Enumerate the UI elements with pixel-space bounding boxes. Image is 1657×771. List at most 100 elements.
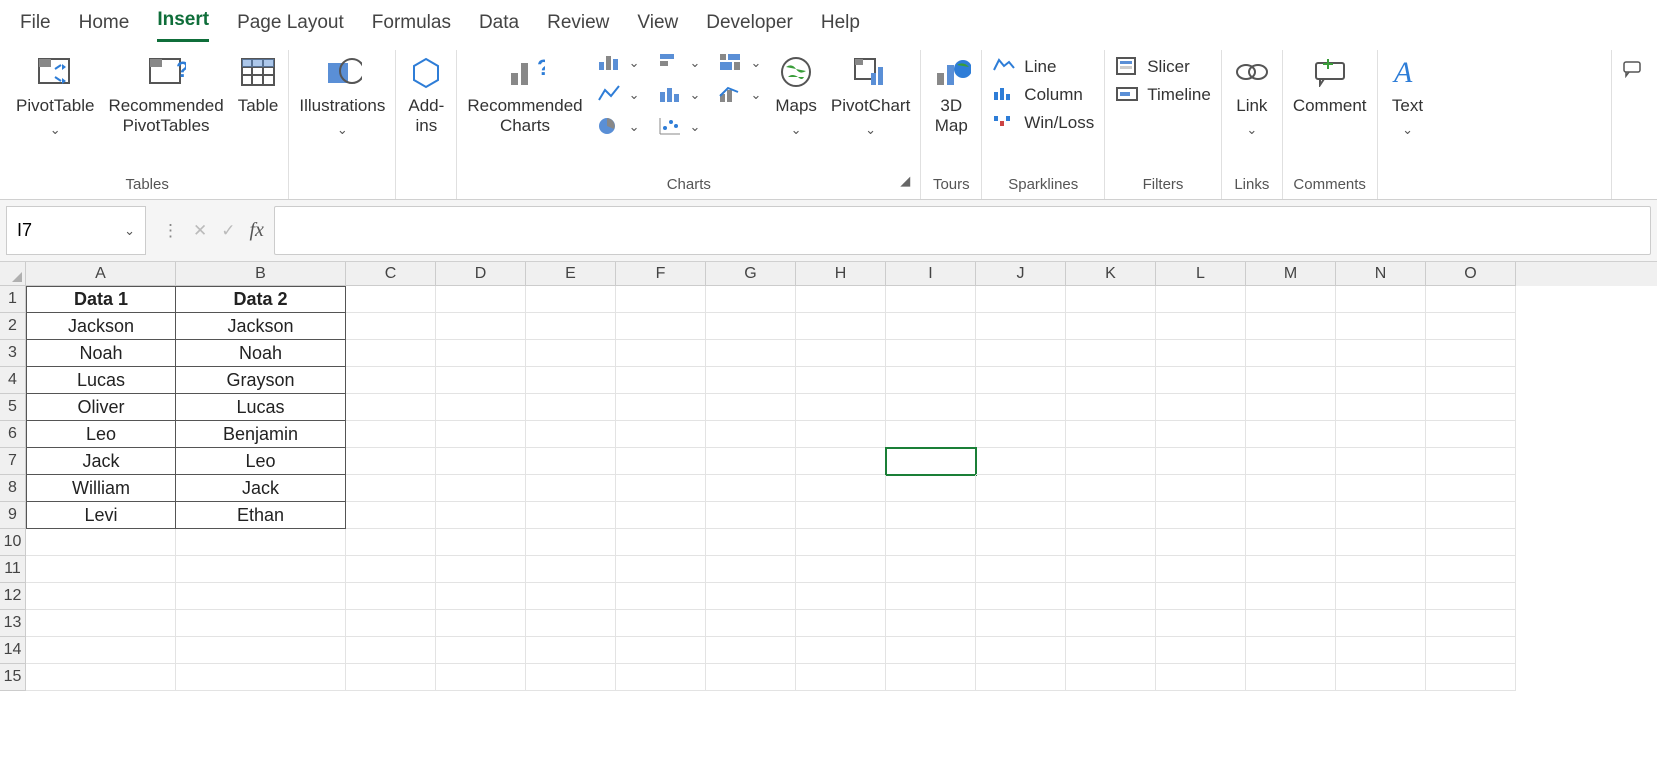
- cell[interactable]: [1426, 340, 1516, 367]
- cell[interactable]: [706, 340, 796, 367]
- cell[interactable]: [706, 664, 796, 691]
- collapsed-pane[interactable]: [1611, 50, 1651, 199]
- cell[interactable]: [1066, 340, 1156, 367]
- cell[interactable]: [616, 556, 706, 583]
- cell[interactable]: Lucas: [176, 394, 346, 421]
- cell[interactable]: [1066, 448, 1156, 475]
- cell[interactable]: [1156, 583, 1246, 610]
- cell[interactable]: [616, 664, 706, 691]
- cell[interactable]: [616, 583, 706, 610]
- cell[interactable]: [1156, 367, 1246, 394]
- cell[interactable]: [706, 502, 796, 529]
- charts-dialog-launcher[interactable]: ◢: [900, 173, 910, 189]
- column-header[interactable]: I: [886, 262, 976, 286]
- cell[interactable]: [616, 637, 706, 664]
- cell[interactable]: [176, 637, 346, 664]
- cell[interactable]: William: [26, 475, 176, 502]
- column-header[interactable]: M: [1246, 262, 1336, 286]
- cell[interactable]: [526, 583, 616, 610]
- cell[interactable]: [796, 583, 886, 610]
- cell[interactable]: [436, 313, 526, 340]
- row-header[interactable]: 15: [0, 664, 26, 691]
- cell[interactable]: [1426, 556, 1516, 583]
- cell[interactable]: [1336, 421, 1426, 448]
- cell[interactable]: [26, 637, 176, 664]
- cell[interactable]: [616, 286, 706, 313]
- cell[interactable]: [796, 637, 886, 664]
- cell[interactable]: Noah: [26, 340, 176, 367]
- cell[interactable]: Benjamin: [176, 421, 346, 448]
- cell[interactable]: [436, 556, 526, 583]
- cell[interactable]: [796, 556, 886, 583]
- cell[interactable]: [1246, 556, 1336, 583]
- cell[interactable]: [706, 394, 796, 421]
- cell[interactable]: [616, 394, 706, 421]
- cell[interactable]: [1426, 637, 1516, 664]
- tab-formulas[interactable]: Formulas: [372, 12, 451, 42]
- cell[interactable]: [526, 340, 616, 367]
- cell[interactable]: [976, 448, 1066, 475]
- cell[interactable]: [706, 637, 796, 664]
- cell[interactable]: [1246, 502, 1336, 529]
- cell[interactable]: [436, 610, 526, 637]
- cell[interactable]: [706, 583, 796, 610]
- cell[interactable]: [436, 502, 526, 529]
- cell[interactable]: [346, 475, 436, 502]
- cell[interactable]: [436, 340, 526, 367]
- column-header[interactable]: E: [526, 262, 616, 286]
- cell[interactable]: Leo: [26, 421, 176, 448]
- cell[interactable]: [1336, 637, 1426, 664]
- cell[interactable]: [1156, 664, 1246, 691]
- cell[interactable]: [796, 394, 886, 421]
- cell[interactable]: [526, 421, 616, 448]
- cell[interactable]: [1246, 421, 1336, 448]
- cell[interactable]: [1066, 556, 1156, 583]
- cell[interactable]: [346, 502, 436, 529]
- row-header[interactable]: 7: [0, 448, 26, 475]
- cell[interactable]: Data 2: [176, 286, 346, 313]
- cell[interactable]: [1336, 556, 1426, 583]
- cell[interactable]: [976, 394, 1066, 421]
- cell[interactable]: [1246, 313, 1336, 340]
- cell[interactable]: [976, 313, 1066, 340]
- cell[interactable]: [1246, 637, 1336, 664]
- cell[interactable]: [1156, 313, 1246, 340]
- cell[interactable]: [976, 421, 1066, 448]
- cell[interactable]: [436, 286, 526, 313]
- cell[interactable]: [1336, 664, 1426, 691]
- cell[interactable]: [1156, 286, 1246, 313]
- cell[interactable]: [1066, 367, 1156, 394]
- cell[interactable]: [1156, 421, 1246, 448]
- column-header[interactable]: O: [1426, 262, 1516, 286]
- cell[interactable]: [976, 367, 1066, 394]
- formula-more-icon[interactable]: ⋮: [162, 221, 179, 241]
- cell[interactable]: [176, 529, 346, 556]
- cell[interactable]: [1336, 367, 1426, 394]
- illustrations-button[interactable]: Illustrations ⌄: [299, 50, 385, 138]
- cell[interactable]: [346, 556, 436, 583]
- cell[interactable]: [886, 448, 976, 475]
- column-header[interactable]: K: [1066, 262, 1156, 286]
- cell[interactable]: [1336, 448, 1426, 475]
- cell[interactable]: [1066, 637, 1156, 664]
- pie-chart-button[interactable]: ⌄: [597, 116, 640, 138]
- cell[interactable]: Jackson: [176, 313, 346, 340]
- tab-home[interactable]: Home: [79, 12, 130, 42]
- cell[interactable]: [796, 475, 886, 502]
- name-box[interactable]: I7 ⌄: [6, 206, 146, 255]
- cell[interactable]: [1066, 529, 1156, 556]
- row-header[interactable]: 2: [0, 313, 26, 340]
- cell[interactable]: [886, 286, 976, 313]
- tab-file[interactable]: File: [20, 12, 51, 42]
- cell[interactable]: [796, 313, 886, 340]
- cell[interactable]: [976, 502, 1066, 529]
- cell[interactable]: [616, 529, 706, 556]
- cell[interactable]: Data 1: [26, 286, 176, 313]
- cell[interactable]: [1246, 583, 1336, 610]
- cell[interactable]: [796, 610, 886, 637]
- column-header[interactable]: L: [1156, 262, 1246, 286]
- cell[interactable]: [706, 610, 796, 637]
- cell[interactable]: [1066, 610, 1156, 637]
- cell[interactable]: [436, 637, 526, 664]
- cell[interactable]: [706, 286, 796, 313]
